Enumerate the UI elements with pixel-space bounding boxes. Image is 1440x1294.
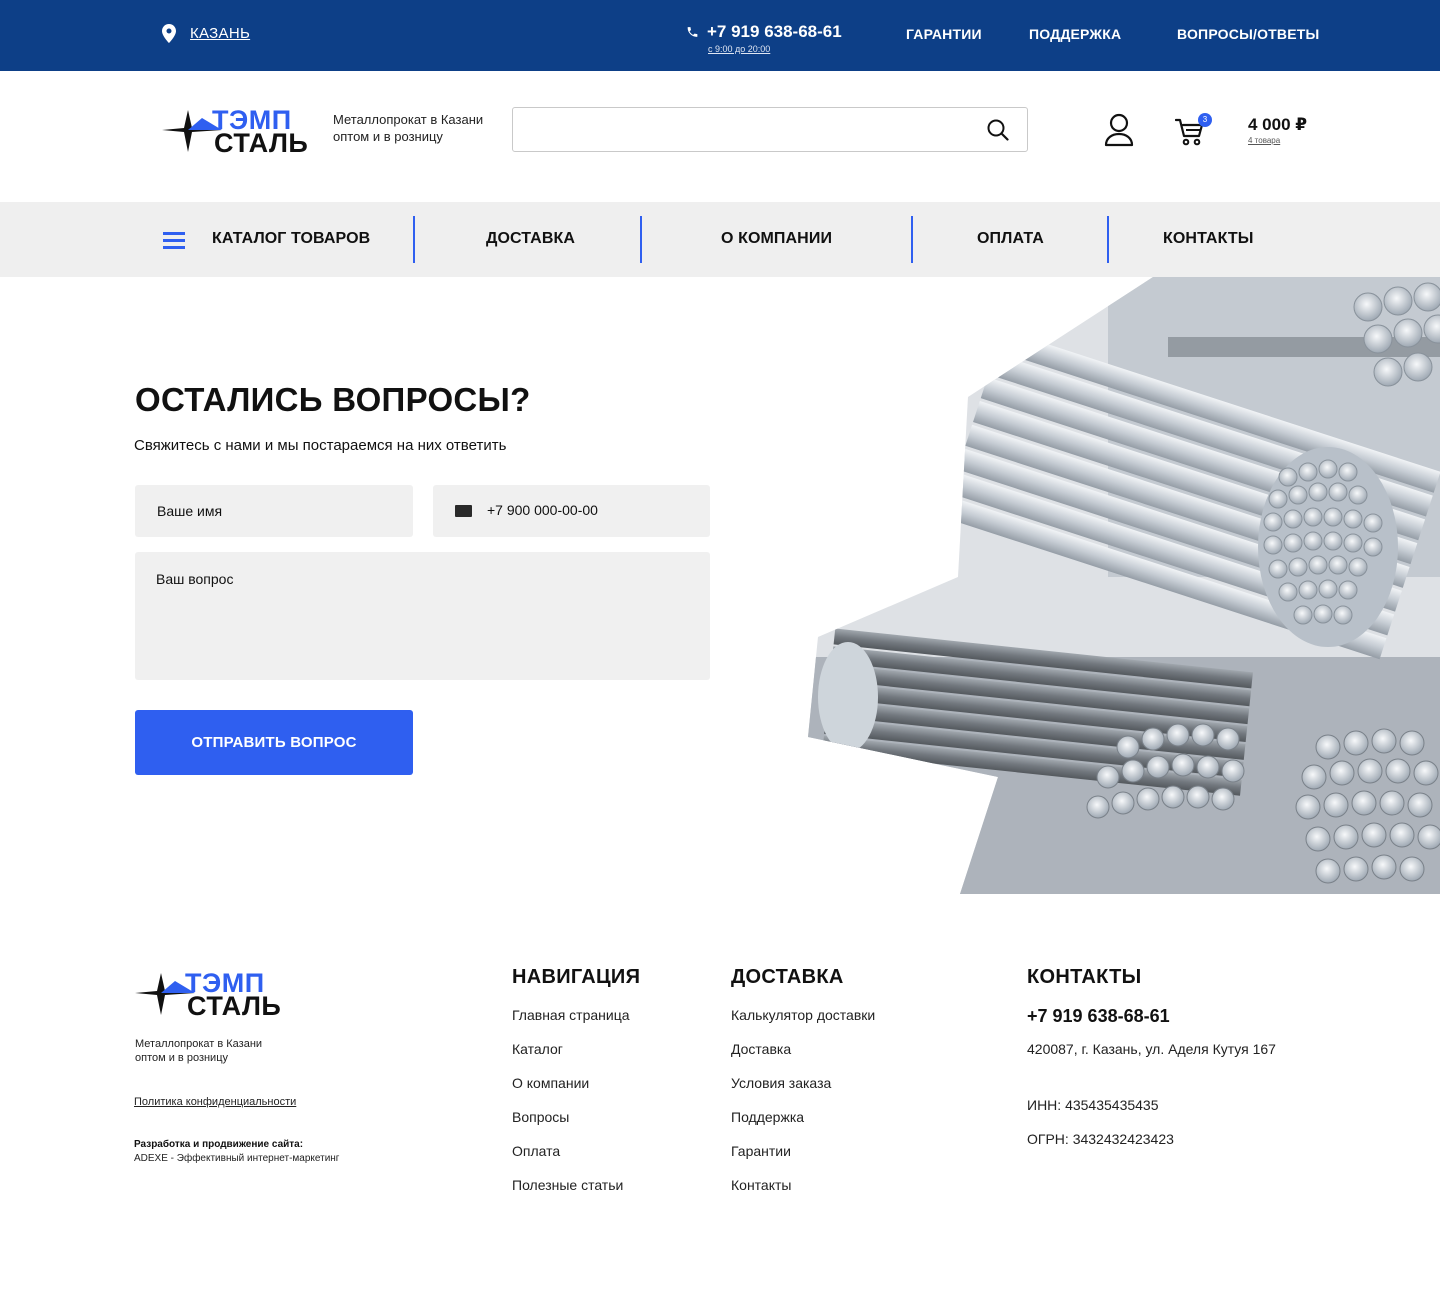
- footer-link-home[interactable]: Главная страница: [512, 1007, 630, 1023]
- nav-divider: [413, 216, 415, 263]
- top-link-guarantees[interactable]: ГАРАНТИИ: [906, 26, 982, 42]
- nav-catalog[interactable]: КАТАЛОГ ТОВАРОВ: [212, 230, 370, 248]
- logo-line2: СТАЛЬ: [187, 991, 282, 1021]
- footer-link-support[interactable]: Поддержка: [731, 1109, 804, 1125]
- footer-ogrn: ОГРН: 3432432423423: [1027, 1131, 1174, 1147]
- cart-total[interactable]: 4 000 ₽: [1248, 115, 1307, 135]
- phone-field[interactable]: +7 900 000-00-00: [433, 485, 710, 537]
- main-nav: КАТАЛОГ ТОВАРОВ ДОСТАВКА О КОМПАНИИ ОПЛА…: [0, 202, 1440, 277]
- name-field[interactable]: Ваше имя: [135, 485, 413, 537]
- footer-link-delivery[interactable]: Доставка: [731, 1041, 791, 1057]
- footer-inn: ИНН: 435435435435: [1027, 1097, 1159, 1113]
- footer-contacts-title: КОНТАКТЫ: [1027, 966, 1142, 988]
- search-icon[interactable]: [987, 119, 1009, 141]
- footer-link-articles[interactable]: Полезные статьи: [512, 1177, 623, 1193]
- phone-icon: [687, 27, 698, 37]
- nav-delivery[interactable]: ДОСТАВКА: [486, 230, 575, 248]
- phone-field-placeholder: +7 900 000-00-00: [487, 502, 598, 518]
- nav-about[interactable]: О КОМПАНИИ: [721, 230, 832, 248]
- footer-link-catalog[interactable]: Каталог: [512, 1041, 563, 1057]
- menu-icon[interactable]: [163, 232, 185, 249]
- steel-bars-image: [808, 277, 1440, 894]
- user-icon[interactable]: [1104, 113, 1134, 147]
- submit-question-button[interactable]: ОТПРАВИТЬ ВОПРОС: [135, 710, 413, 775]
- nav-payment[interactable]: ОПЛАТА: [977, 230, 1044, 248]
- city-selector[interactable]: КАЗАНЬ: [162, 24, 250, 43]
- top-phone-number[interactable]: +7 919 638-68-61: [707, 22, 842, 42]
- location-pin-icon: [162, 24, 176, 43]
- cart-badge: 3: [1198, 113, 1212, 127]
- footer-tagline: Металлопрокат в Казани оптом и в розницу: [135, 1037, 262, 1065]
- developer-link[interactable]: ADEXE - Эффективный интернет-маркетинг: [134, 1153, 339, 1164]
- footer-link-about[interactable]: О компании: [512, 1075, 589, 1091]
- header-logo[interactable]: ТЭМП СТАЛЬ: [162, 106, 309, 158]
- footer-link-payment[interactable]: Оплата: [512, 1143, 560, 1159]
- name-field-placeholder: Ваше имя: [157, 503, 223, 519]
- footer-link-contacts[interactable]: Контакты: [731, 1177, 791, 1193]
- footer-tagline-line1: Металлопрокат в Казани: [135, 1038, 263, 1050]
- footer-phone[interactable]: +7 919 638-68-61: [1027, 1006, 1170, 1027]
- footer-address: 420087, г. Казань, ул. Аделя Кутуя 167: [1027, 1041, 1276, 1057]
- footer-tagline-line2: оптом и в розницу: [135, 1052, 229, 1064]
- footer-nav-title: НАВИГАЦИЯ: [512, 966, 641, 988]
- nav-divider: [1107, 216, 1109, 263]
- footer-link-delivery-calc[interactable]: Калькулятор доставки: [731, 1007, 875, 1023]
- privacy-policy-link[interactable]: Политика конфиденциальности: [134, 1096, 296, 1108]
- header-tagline: Металлопрокат в Казани оптом и в розницу: [333, 111, 483, 145]
- cart-count[interactable]: 4 товара: [1248, 136, 1280, 145]
- search-box[interactable]: [512, 107, 1028, 152]
- logo-line2: СТАЛЬ: [214, 128, 309, 158]
- footer-logo[interactable]: ТЭМП СТАЛЬ: [135, 969, 282, 1021]
- top-phone[interactable]: +7 919 638-68-61: [686, 22, 842, 42]
- top-bar: КАЗАНЬ +7 919 638-68-61 с 9:00 до 20:00 …: [0, 0, 1440, 71]
- nav-contacts[interactable]: КОНТАКТЫ: [1163, 230, 1254, 248]
- footer-link-order-terms[interactable]: Условия заказа: [731, 1075, 831, 1091]
- contact-form-subtitle: Свяжитесь с нами и мы постараемся на них…: [134, 437, 507, 454]
- developer-title: Разработка и продвижение сайта:: [134, 1139, 304, 1150]
- footer-delivery-title: ДОСТАВКА: [731, 966, 844, 988]
- nav-divider: [640, 216, 642, 263]
- top-link-support[interactable]: ПОДДЕРЖКА: [1029, 26, 1121, 42]
- tagline-line1: Металлопрокат в Казани: [333, 112, 484, 127]
- city-label[interactable]: КАЗАНЬ: [190, 25, 250, 42]
- contact-form-title: ОСТАЛИСЬ ВОПРОСЫ?: [135, 381, 531, 418]
- country-flag-icon[interactable]: [455, 505, 472, 517]
- tagline-line2: оптом и в розницу: [333, 129, 443, 144]
- working-hours: с 9:00 до 20:00: [708, 44, 771, 54]
- footer-link-guarantees[interactable]: Гарантии: [731, 1143, 791, 1159]
- question-field[interactable]: Ваш вопрос: [135, 552, 710, 680]
- question-field-placeholder: Ваш вопрос: [156, 571, 234, 587]
- search-input[interactable]: [513, 108, 973, 151]
- nav-divider: [911, 216, 913, 263]
- footer-link-questions[interactable]: Вопросы: [512, 1109, 569, 1125]
- top-link-faq[interactable]: ВОПРОСЫ/ОТВЕТЫ: [1177, 26, 1319, 42]
- top-phone-block: +7 919 638-68-61 с 9:00 до 20:00: [686, 22, 842, 54]
